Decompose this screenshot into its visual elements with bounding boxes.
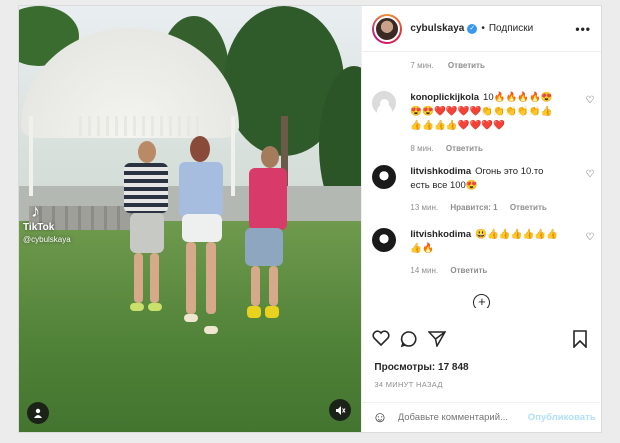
more-options-icon[interactable]: ••• [575, 22, 591, 36]
post-actions [372, 330, 592, 354]
video-pavilion-lattice [79, 116, 199, 136]
tagged-user-icon[interactable] [27, 402, 49, 424]
comment-item: litvishkodima Огонь это 10.то есть все 10… [372, 165, 594, 215]
post-header: cybulskaya ✓ • Подписки ••• [362, 6, 601, 52]
comment-input[interactable] [397, 412, 528, 423]
comment-meta: 8 мин. Ответить [410, 144, 492, 153]
comment-time: 13 мин. [410, 203, 439, 212]
reply-button[interactable]: Ответить [510, 203, 547, 212]
avatar[interactable] [372, 13, 403, 44]
comment-text: litvishkodima 😃👍👍👍👍👍👍👍🔥 [410, 228, 560, 256]
like-comment-icon[interactable]: ♡ [585, 232, 594, 243]
comment-avatar[interactable] [372, 91, 397, 115]
publish-button[interactable]: Опубликовать [528, 412, 596, 423]
post-sidebar: cybulskaya ✓ • Подписки ••• 7 мин. Ответ… [361, 6, 601, 432]
reply-button[interactable]: Ответить [448, 61, 485, 70]
share-icon[interactable] [427, 330, 447, 352]
comment-item: konoplickijkola 10🔥🔥🔥🔥😍😍😍❤️❤️❤️❤️👏👏👏👏👏👍👍👍… [372, 91, 594, 153]
like-comment-icon[interactable]: ♡ [585, 95, 594, 106]
comment-avatar[interactable] [372, 165, 397, 189]
comment-item: litvishkodima 😃👍👍👍👍👍👍👍🔥 14 мин. Ответить … [372, 228, 594, 278]
comment-meta: 14 мин. Ответить [410, 266, 497, 275]
previous-comment-meta: 7 мин. Ответить [410, 61, 496, 70]
comments-list: 7 мин. Ответить konoplickijkola 10🔥🔥🔥🔥😍😍😍… [362, 53, 600, 308]
following-button[interactable]: Подписки [489, 23, 533, 34]
tiktok-label: TikTok [23, 222, 55, 233]
video-pavilion-leg [29, 116, 33, 196]
load-more-comments-icon[interactable]: + [473, 294, 491, 308]
video-pavilion-leg [231, 116, 235, 196]
mute-icon[interactable] [329, 399, 351, 421]
verified-badge-icon: ✓ [467, 23, 478, 34]
emoji-icon[interactable]: ☺ [372, 409, 387, 426]
comment-text: litvishkodima Огонь это 10.то есть все 10… [410, 165, 560, 193]
comment-username[interactable]: litvishkodima [410, 166, 471, 177]
author-username[interactable]: cybulskaya [410, 23, 464, 34]
view-count[interactable]: Просмотры: 17 848 [374, 362, 468, 373]
comment-username[interactable]: litvishkodima [410, 229, 471, 240]
tiktok-username: @cybulskaya [23, 235, 71, 244]
comment-icon[interactable] [400, 330, 418, 353]
reply-button[interactable]: Ответить [446, 144, 483, 153]
reply-button[interactable]: Ответить [450, 266, 487, 275]
comment-time: 7 мин. [410, 61, 434, 70]
like-comment-icon[interactable]: ♡ [585, 169, 594, 180]
instagram-post-frame: ♪ TikTok @cybulskaya cybulskaya ✓ • Подп… [18, 5, 602, 433]
tiktok-watermark: ♪ TikTok @cybulskaya [23, 201, 71, 244]
comment-composer: ☺ Опубликовать [362, 402, 601, 432]
tiktok-icon: ♪ [31, 201, 40, 221]
comment-username[interactable]: konoplickijkola [410, 92, 479, 103]
comment-text: konoplickijkola 10🔥🔥🔥🔥😍😍😍❤️❤️❤️❤️👏👏👏👏👏👍👍👍… [410, 91, 560, 133]
comment-likes[interactable]: Нравится: 1 [450, 203, 497, 212]
comment-time: 14 мин. [410, 266, 439, 275]
post-video[interactable]: ♪ TikTok @cybulskaya [19, 6, 362, 432]
comment-time: 8 мин. [410, 144, 434, 153]
separator-dot: • [481, 23, 485, 34]
comment-avatar[interactable] [372, 228, 397, 252]
save-icon[interactable] [572, 330, 588, 353]
like-icon[interactable] [372, 330, 390, 351]
comment-meta: 13 мин. Нравится: 1 Ответить [410, 203, 556, 212]
post-timestamp: 34 МИНУТ НАЗАД [374, 380, 443, 389]
